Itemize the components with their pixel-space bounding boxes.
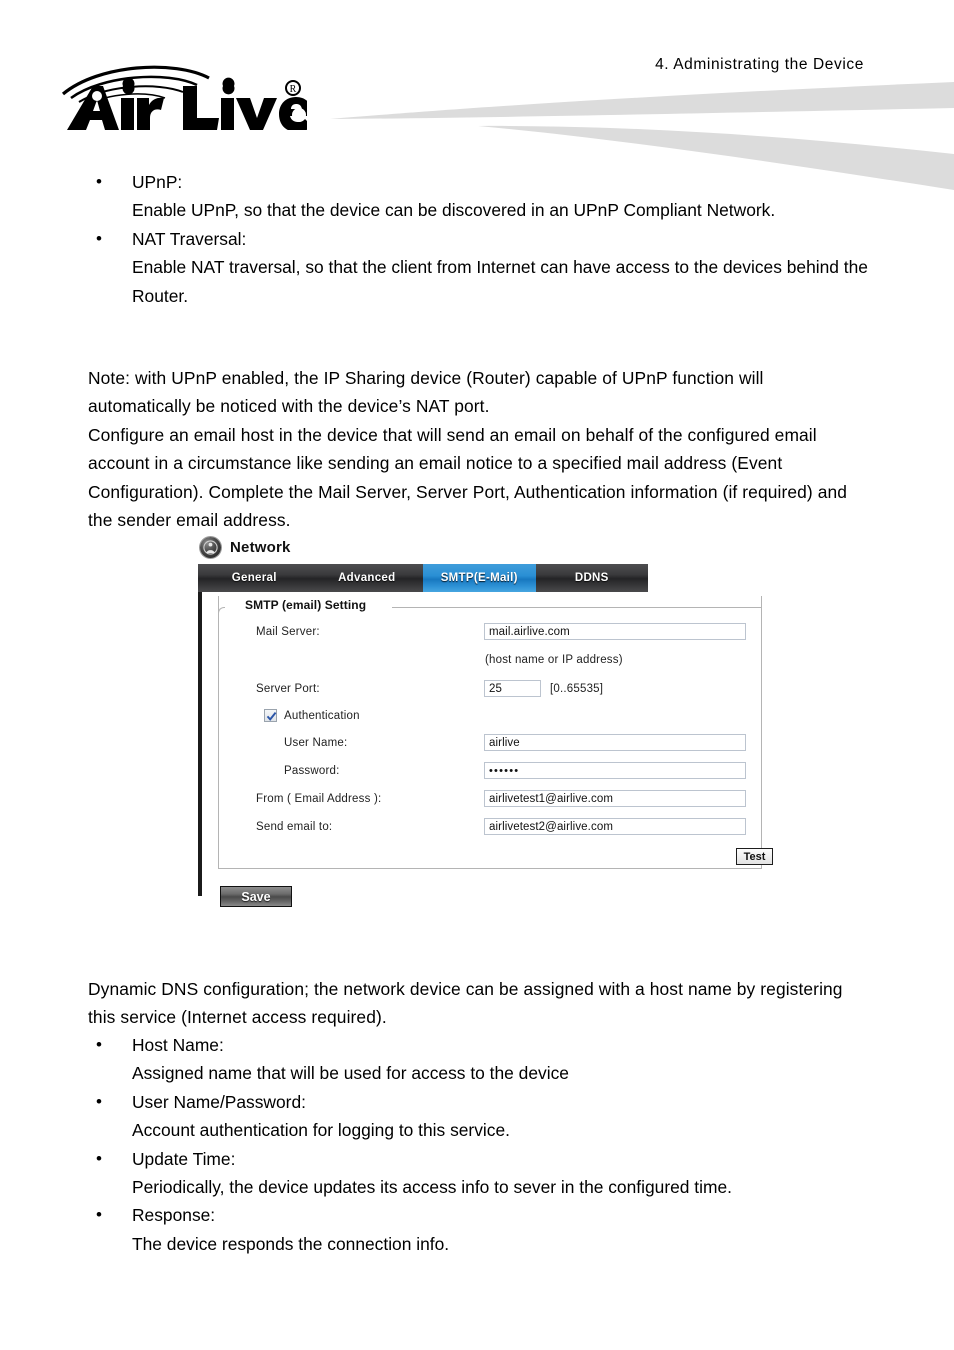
fieldset-corner <box>218 607 225 614</box>
bullet-description: Enable NAT traversal, so that the client… <box>132 257 868 306</box>
list-item: • User Name/Password: Account authentica… <box>88 1088 878 1145</box>
mail-server-label: Mail Server: <box>256 626 320 638</box>
ui-tab-bar: General Advanced SMTP(E-Mail) DDNS <box>198 564 648 592</box>
password-input[interactable]: •••••• <box>484 762 746 779</box>
bullet-glyph: • <box>96 1205 102 1225</box>
list-item: • Update Time: Periodically, the device … <box>88 1145 878 1202</box>
authentication-label: Authentication <box>284 710 360 722</box>
network-settings-screenshot: Network General Advanced SMTP(E-Mail) DD… <box>196 533 773 921</box>
bullet-glyph: • <box>96 228 102 248</box>
bullet-term: NAT Traversal: <box>132 228 247 249</box>
configure-paragraph: Configure an email host in the device th… <box>88 425 848 531</box>
bullet-description: The device responds the connection info. <box>132 1233 450 1254</box>
bullet-glyph: • <box>96 172 102 191</box>
authentication-checkbox[interactable] <box>264 709 277 722</box>
ui-settings-panel: SMTP (email) Setting Mail Server: mail.a… <box>198 592 773 898</box>
list-item: • UPnP: Enable UPnP, so that the device … <box>88 168 878 225</box>
note-paragraph: Note: with UPnP enabled, the IP Sharing … <box>88 368 764 417</box>
tab-ddns[interactable]: DDNS <box>536 564 649 592</box>
ddns-intro-paragraph: Dynamic DNS configuration; the network d… <box>88 979 843 1028</box>
server-port-range-hint: [0..65535] <box>550 683 604 695</box>
registered-mark: R <box>285 80 301 96</box>
bullet-glyph: • <box>96 1148 102 1168</box>
list-item: • Response: The device responds the conn… <box>88 1201 878 1258</box>
from-email-address-input[interactable]: airlivetest1@airlive.com <box>484 790 746 807</box>
bullet-term: User Name/Password: <box>132 1091 306 1112</box>
fieldset-legend: SMTP (email) Setting <box>240 598 372 612</box>
password-label: Password: <box>284 765 340 777</box>
server-port-input[interactable]: 25 <box>484 680 541 697</box>
list-item: • Host Name: Assigned name that will be … <box>88 1031 878 1088</box>
ui-title-bar: Network <box>200 533 291 561</box>
tab-general[interactable]: General <box>198 564 311 592</box>
page-header: 4. Administrating the Device R <box>0 0 954 190</box>
test-button[interactable]: Test <box>736 848 773 865</box>
smtp-fieldset: SMTP (email) Setting Mail Server: mail.a… <box>218 596 773 869</box>
bullet-description: Periodically, the device updates its acc… <box>132 1177 732 1198</box>
tab-smtp-email[interactable]: SMTP(E-Mail) <box>423 564 536 592</box>
bullet-description: Assigned name that will be used for acce… <box>132 1063 569 1084</box>
send-email-to-input[interactable]: airlivetest2@airlive.com <box>484 818 746 835</box>
upnp-bullet-list: • UPnP: Enable UPnP, so that the device … <box>88 168 878 310</box>
bullet-term: Host Name: <box>132 1035 224 1055</box>
mail-server-input[interactable]: mail.airlive.com <box>484 623 746 640</box>
bullet-description: Account authentication for logging to th… <box>132 1120 510 1141</box>
ui-page-title: Network <box>230 538 291 556</box>
airlive-logo: R <box>57 58 307 130</box>
tab-advanced[interactable]: Advanced <box>311 564 424 592</box>
bullet-description: Enable UPnP, so that the device can be d… <box>132 200 776 221</box>
bullet-term: Response: <box>132 1205 216 1226</box>
bullet-glyph: • <box>96 1035 102 1054</box>
user-name-input[interactable]: airlive <box>484 734 746 751</box>
bullet-glyph: • <box>96 1091 102 1111</box>
chapter-heading: 4. Administrating the Device <box>655 56 864 73</box>
svg-text:R: R <box>290 84 297 95</box>
mail-server-hint: (host name or IP address) <box>485 654 623 666</box>
bullet-term: UPnP: <box>132 172 183 192</box>
checkmark-icon <box>266 712 277 721</box>
bullet-term: Update Time: <box>132 1148 236 1169</box>
list-item: • NAT Traversal: Enable NAT traversal, s… <box>88 225 878 310</box>
save-button[interactable]: Save <box>220 886 292 907</box>
ddns-bullet-list: • Host Name: Assigned name that will be … <box>88 1031 878 1258</box>
user-name-label: User Name: <box>284 737 348 749</box>
fieldset-top-border <box>392 607 762 608</box>
globe-person-icon <box>200 536 221 558</box>
from-email-address-label: From ( Email Address ): <box>256 793 382 805</box>
server-port-label: Server Port: <box>256 683 320 695</box>
panel-left-rail <box>198 592 202 896</box>
send-email-to-label: Send email to: <box>256 821 333 833</box>
